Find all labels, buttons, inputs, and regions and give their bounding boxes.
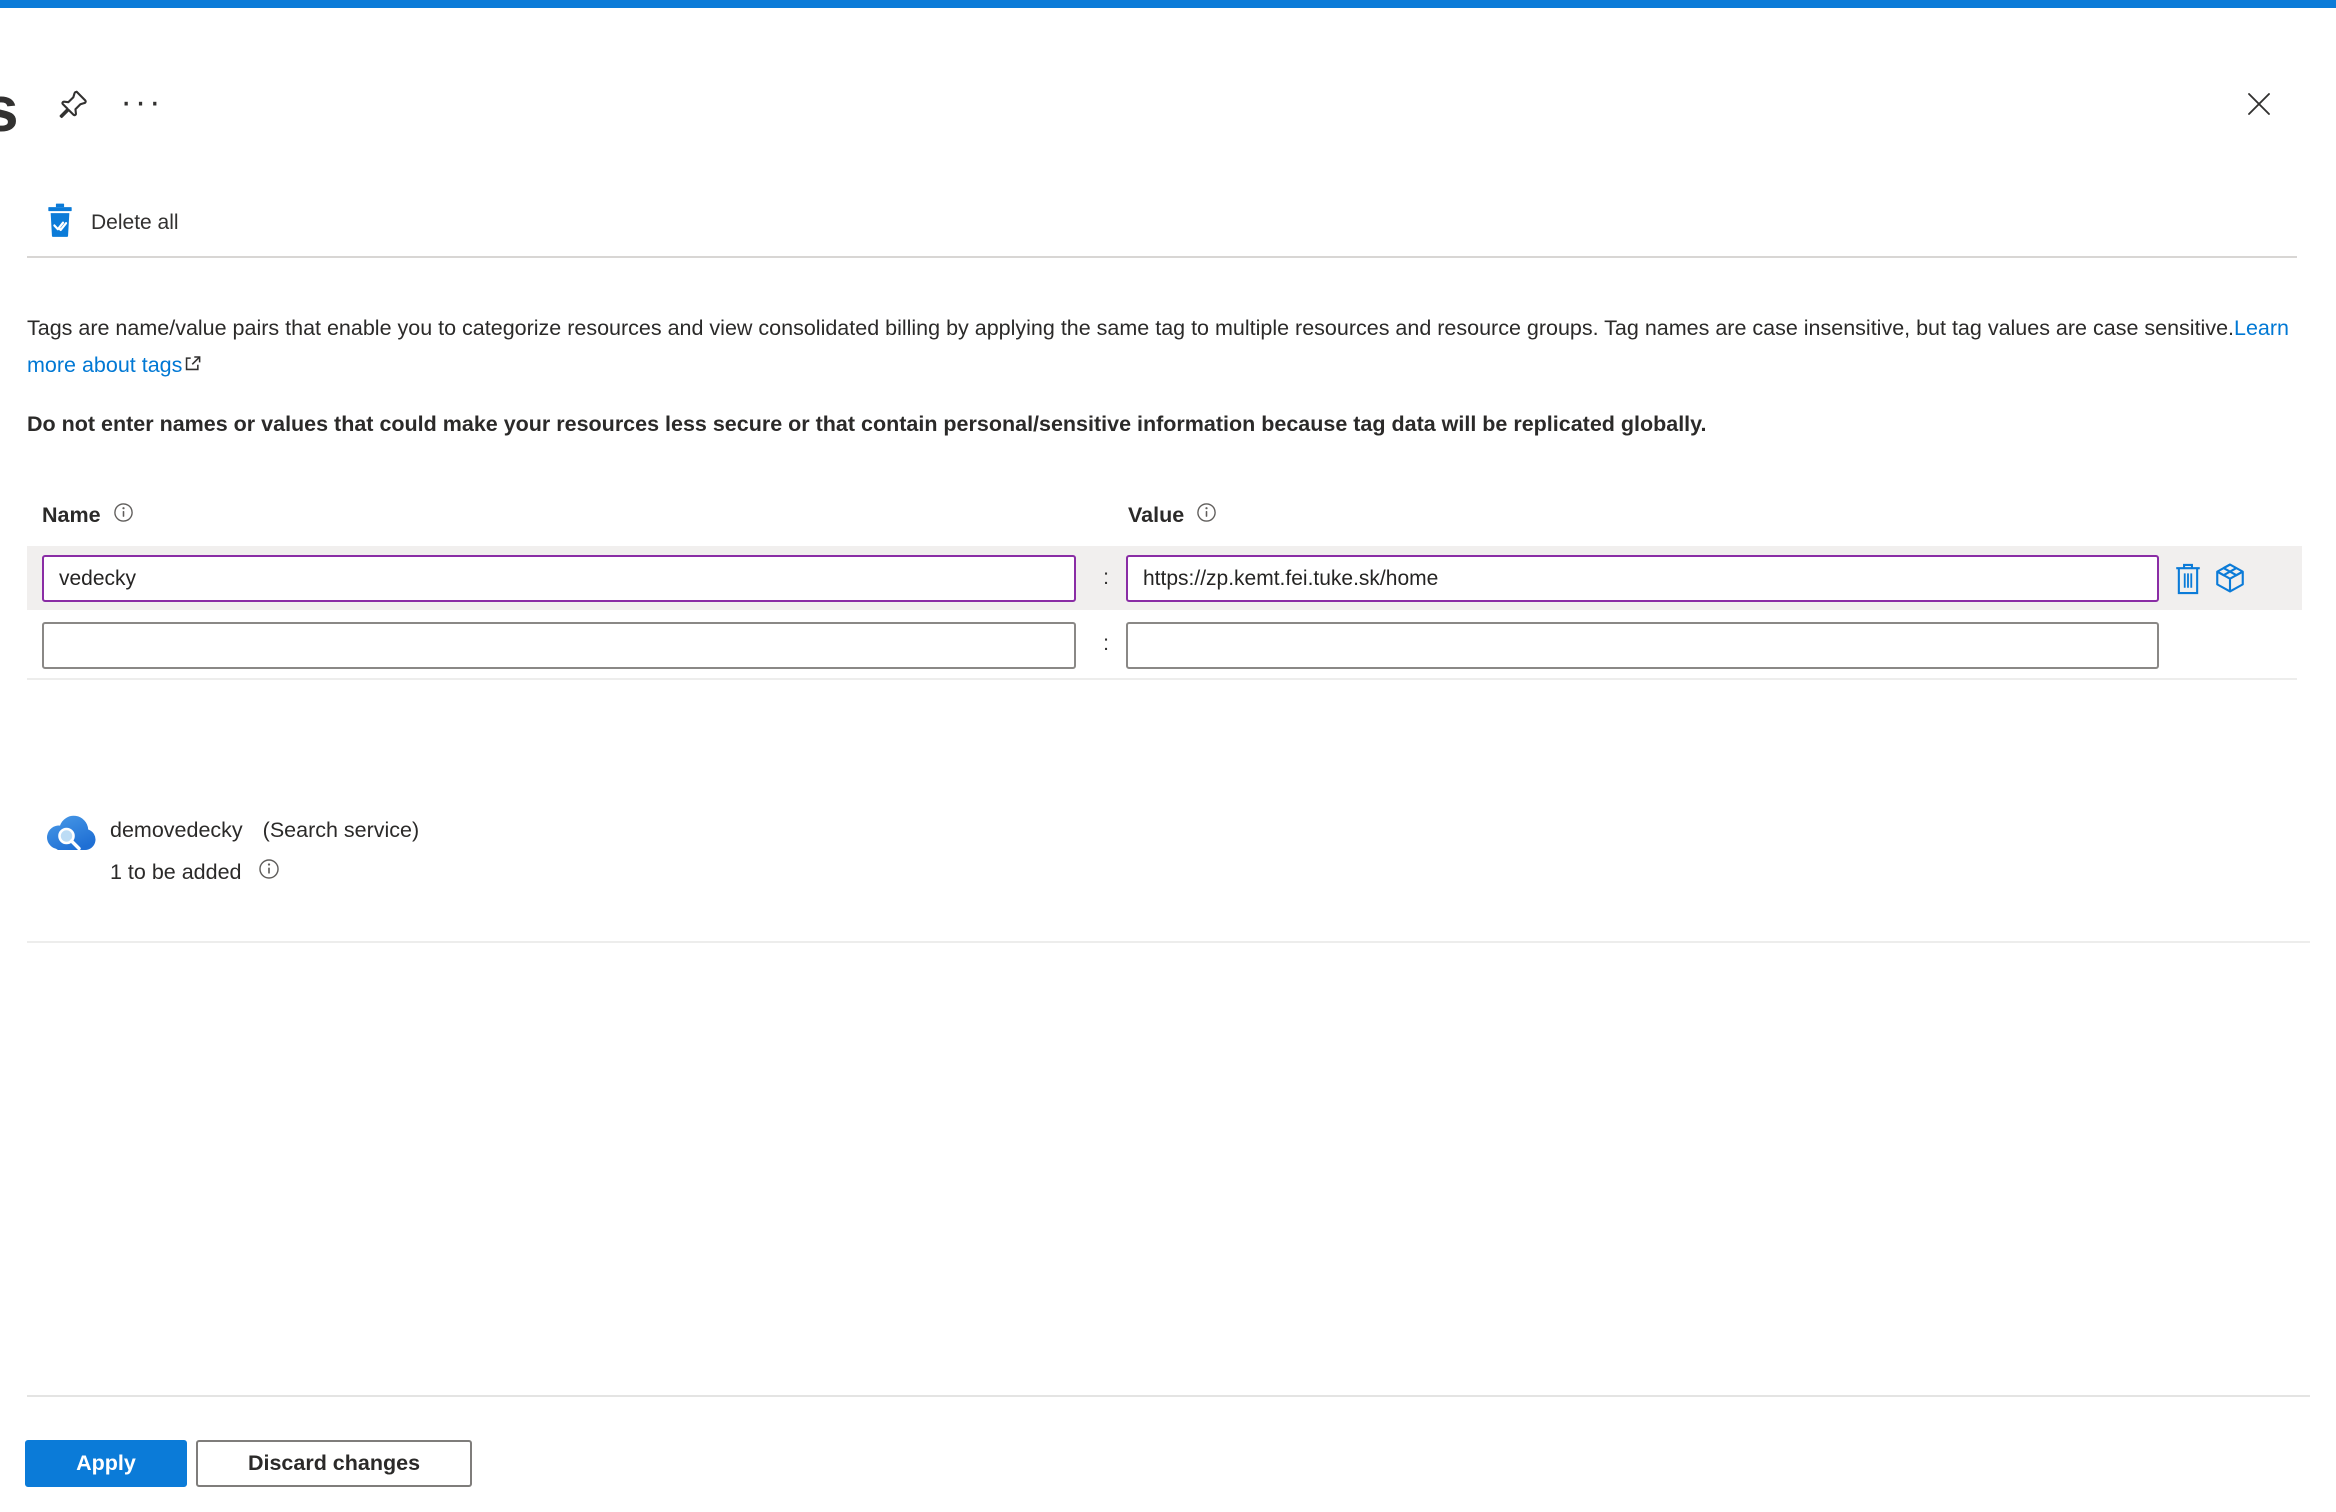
close-button[interactable] [2236,82,2282,128]
info-icon[interactable] [258,858,280,886]
tag-value-input[interactable] [1126,622,2159,669]
resource-name: demovedecky [110,818,243,842]
tag-value-input[interactable] [1126,555,2159,602]
ellipsis-icon: ··· [120,83,164,121]
delete-all-icon [46,203,74,243]
delete-all-label: Delete all [91,211,179,234]
tag-row: : [27,546,2302,610]
info-icon[interactable] [1196,502,1217,529]
tags-description: Tags are name/value pairs that enable yo… [27,310,2299,385]
apply-button[interactable]: Apply [25,1440,187,1487]
tag-name-input[interactable] [42,622,1076,669]
tags-description-text: Tags are name/value pairs that enable yo… [27,316,2234,340]
security-warning-text: Do not enter names or values that could … [27,412,1707,436]
pending-count: 1 to be added [110,859,242,884]
command-bar-divider [27,256,2297,258]
more-options-button[interactable]: ··· [116,80,168,124]
search-service-icon [44,810,96,858]
delete-all-button[interactable]: Delete all [46,203,179,243]
resource-type: (Search service) [262,818,420,842]
rows-divider [27,678,2297,680]
footer-divider [27,1395,2310,1397]
pin-button[interactable] [50,84,94,128]
page-title-partial: s [0,72,19,146]
pin-icon [54,87,90,126]
close-icon [2244,89,2274,122]
value-column-header: Value [1128,502,1217,529]
name-column-header: Name [42,502,134,529]
cube-icon [2213,561,2247,598]
trash-icon [2172,561,2204,598]
tag-row: : [27,610,2302,677]
pending-line: 1 to be added [110,858,280,886]
external-link-icon [183,348,202,385]
value-header-label: Value [1128,503,1185,527]
name-value-separator: : [1103,566,1109,589]
resource-cube-button[interactable] [2209,558,2251,600]
name-header-label: Name [42,503,101,527]
name-value-separator: : [1103,631,1109,655]
delete-tag-button[interactable] [2167,558,2209,600]
resource-line: demovedecky (Search service) [110,818,419,843]
info-icon[interactable] [113,502,134,529]
tag-name-input[interactable] [42,555,1076,602]
top-accent-bar [0,0,2336,8]
discard-changes-button[interactable]: Discard changes [196,1440,472,1487]
resource-divider [27,941,2310,943]
